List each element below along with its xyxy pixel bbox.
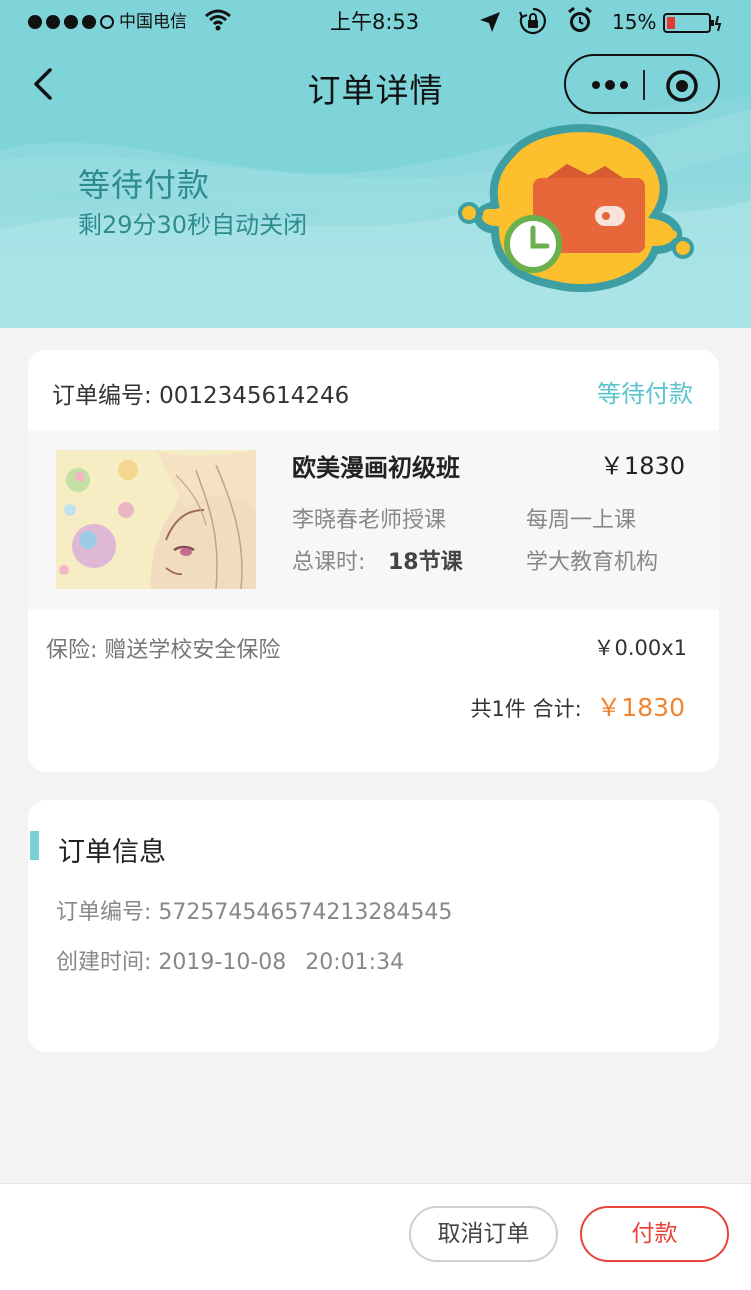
course-hours-label: 总课时: [292, 550, 366, 575]
course-price: ￥1830 [599, 452, 685, 480]
rotation-lock-icon [518, 6, 548, 42]
info-created-label: 创建时间: [56, 950, 152, 975]
summary-count: 共1件 [470, 697, 526, 721]
order-card: 订单编号: 0012345614246 等待付款 欧美漫画初级班 ￥1830 李… [28, 350, 719, 772]
info-order-number-label: 订单编号: [56, 900, 152, 925]
alarm-icon [566, 6, 594, 42]
countdown-text: 剩29分30秒自动关闭 [78, 211, 308, 239]
insurance-price: ￥0.00x1 [593, 636, 687, 660]
info-order-number-value: 572574546574213284545 [158, 900, 453, 925]
more-dots-icon [592, 80, 628, 90]
course-thumbnail [56, 450, 256, 589]
insurance-row: 保险: 赠送学校安全保险 [46, 632, 280, 664]
close-miniprogram-button[interactable] [664, 68, 700, 104]
order-status-badge: 等待付款 [597, 380, 693, 408]
order-summary: 共1件 合计: ￥1830 [471, 688, 685, 724]
carrier-name: 中国电信 [119, 12, 187, 32]
order-number-label: 订单编号: [52, 383, 152, 409]
course-schedule: 每周一上课 [526, 508, 637, 533]
order-number: 订单编号: 0012345614246 [52, 376, 349, 410]
pay-button[interactable]: 付款 [580, 1206, 729, 1262]
course-teacher: 李晓春老师授课 [292, 508, 447, 533]
info-created-time: 20:01:34 [305, 950, 405, 975]
location-arrow-icon [478, 10, 502, 40]
target-circle-icon [666, 70, 698, 102]
miniprogram-capsule [564, 54, 720, 114]
info-created-time-row: 创建时间: 2019-10-08 20:01:34 [56, 944, 404, 976]
nav-bar: 订单详情 [0, 52, 751, 116]
order-number-value: 0012345614246 [159, 383, 350, 409]
status-bar: 中国电信 上午8:53 15% [0, 0, 751, 44]
section-accent-bar [30, 831, 39, 860]
insurance-value: 赠送学校安全保险 [104, 638, 281, 663]
battery-icon [663, 12, 725, 40]
course-hours-value: 18节课 [388, 550, 463, 575]
wallet-clock-illustration [458, 124, 694, 292]
order-number-row: 订单编号: 0012345614246 等待付款 [28, 350, 719, 430]
order-info-card: 订单信息 订单编号: 572574546574213284545 创建时间: 2… [28, 800, 719, 1052]
info-created-date: 2019-10-08 [158, 950, 287, 975]
signal-strength-icon [28, 15, 114, 29]
capsule-divider [643, 70, 645, 100]
course-title: 欧美漫画初级班 [292, 454, 460, 482]
more-button[interactable] [584, 70, 640, 100]
info-order-number-row: 订单编号: 572574546574213284545 [56, 894, 452, 926]
bottom-action-bar: 取消订单 付款 [0, 1183, 751, 1290]
order-status-heading: 等待付款 [78, 166, 211, 204]
course-organization: 学大教育机构 [526, 550, 659, 575]
battery-percent: 15% [612, 10, 657, 34]
cancel-order-button[interactable]: 取消订单 [409, 1206, 558, 1262]
insurance-label: 保险: [46, 638, 98, 663]
wifi-icon [204, 8, 232, 38]
order-info-title: 订单信息 [58, 837, 166, 868]
status-time: 上午8:53 [330, 10, 420, 34]
hero-header: 中国电信 上午8:53 15% 订单详情 等待付款 剩29分30秒自动关闭 [0, 0, 751, 328]
summary-total: ￥1830 [596, 693, 685, 722]
summary-label: 合计: [532, 697, 582, 721]
product-item[interactable]: 欧美漫画初级班 ￥1830 李晓春老师授课 每周一上课 总课时: 18节课 学大… [28, 430, 719, 610]
